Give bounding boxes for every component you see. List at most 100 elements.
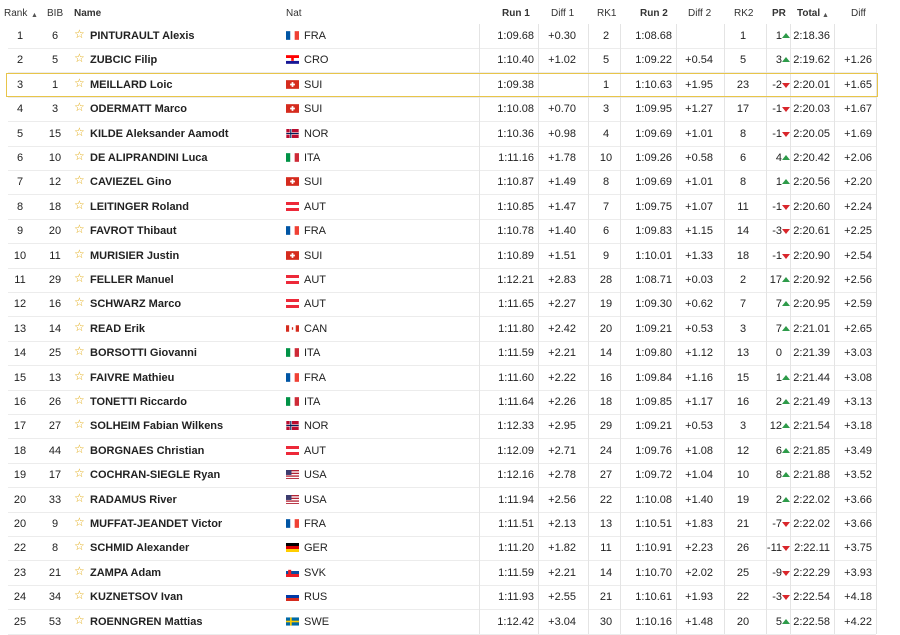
run2-time: 1:09.76	[635, 444, 672, 457]
athlete-name[interactable]: FAIVRE Mathieu	[90, 371, 174, 385]
total-diff: +2.59	[844, 298, 872, 311]
favorite-star-icon[interactable]: ☆	[74, 515, 85, 529]
table-row[interactable]: 15 13 ☆ FAIVRE Mathieu FRA 1:11.60 +2.22 16 1:09…	[0, 366, 900, 390]
table-row[interactable]: 5 15 ☆ KILDE Aleksander Aamodt NOR 1:10.36 +0.…	[0, 122, 900, 146]
total-diff: +1.67	[844, 103, 872, 116]
table-row[interactable]: 2 5 ☆ ZUBCIC Filip CRO 1:10.40 +1.02 5 1:09.22 +0…	[0, 48, 900, 72]
favorite-star-icon[interactable]: ☆	[74, 564, 85, 578]
athlete-name[interactable]: MURISIER Justin	[90, 249, 179, 263]
table-row[interactable]: 4 3 ☆ ODERMATT Marco SUI 1:10.08 +0.70 3 1:09.95…	[0, 97, 900, 121]
favorite-star-icon[interactable]: ☆	[74, 247, 85, 261]
run1-diff: +0.30	[548, 30, 576, 42]
favorite-star-icon[interactable]: ☆	[74, 100, 85, 114]
scrollbar[interactable]	[878, 0, 900, 632]
favorite-star-icon[interactable]: ☆	[74, 320, 85, 334]
header-diff[interactable]: Diff	[851, 7, 866, 21]
table-row[interactable]: 18 44 ☆ BORGNAES Christian AUT 1:12.09 +2.71 24…	[0, 439, 900, 463]
table-row[interactable]: 23 21 ☆ ZAMPA Adam SVK 1:11.59 +2.21 14 1:10.70 +…	[0, 561, 900, 585]
athlete-name[interactable]: SCHMID Alexander	[90, 541, 189, 555]
position-change: 1	[775, 30, 782, 42]
favorite-star-icon[interactable]: ☆	[74, 466, 85, 480]
table-row[interactable]: 10 11 ☆ MURISIER Justin SUI 1:10.89 +1.51 9 1:10…	[0, 244, 900, 268]
favorite-star-icon[interactable]: ☆	[74, 344, 85, 358]
athlete-name[interactable]: ZUBCIC Filip	[90, 53, 157, 67]
favorite-star-icon[interactable]: ☆	[74, 295, 85, 309]
table-row[interactable]: 19 17 ☆ COCHRAN-SIEGLE Ryan USA 1:12.16 +2.78 2…	[0, 463, 900, 487]
athlete-name[interactable]: ROENNGREN Mattias	[90, 615, 202, 629]
table-row[interactable]: 16 26 ☆ TONETTI Riccardo ITA 1:11.64 +2.26 18 1:…	[0, 390, 900, 414]
athlete-name[interactable]: BORGNAES Christian	[90, 444, 204, 458]
table-row[interactable]: 12 16 ☆ SCHWARZ Marco AUT 1:11.65 +2.27 19 1:09.…	[0, 292, 900, 316]
table-row[interactable]: 20 9 ☆ MUFFAT-JEANDET Victor FRA 1:11.51 +2.13…	[0, 512, 900, 536]
athlete-name[interactable]: MUFFAT-JEANDET Victor	[90, 517, 222, 531]
sort-arrow-icon[interactable]: ▲	[822, 12, 829, 19]
favorite-star-icon[interactable]: ☆	[74, 393, 85, 407]
favorite-star-icon[interactable]: ☆	[74, 271, 85, 285]
country-flag-icon	[286, 421, 299, 431]
run1-rank: 30	[599, 615, 613, 628]
header-bib[interactable]: BIB	[47, 7, 63, 21]
athlete-name[interactable]: READ Erik	[90, 322, 145, 336]
athlete-name[interactable]: CAVIEZEL Gino	[90, 175, 172, 189]
athlete-name[interactable]: KUZNETSOV Ivan	[90, 590, 183, 604]
table-row[interactable]: 25 53 ☆ ROENNGREN Mattias SWE 1:12.42 +3.04 30 1…	[0, 610, 900, 634]
table-row[interactable]: 9 20 ☆ FAVROT Thibaut FRA 1:10.78 +1.40 6 1:09.8…	[0, 219, 900, 243]
table-row[interactable]: 17 27 ☆ SOLHEIM Fabian Wilkens NOR 1:12.33 +2.…	[0, 414, 900, 438]
athlete-name[interactable]: ZAMPA Adam	[90, 566, 161, 580]
header-name[interactable]: Name	[74, 7, 101, 21]
favorite-star-icon[interactable]: ☆	[74, 173, 85, 187]
header-total[interactable]: Total	[797, 7, 820, 21]
athlete-name[interactable]: TONETTI Riccardo	[90, 395, 187, 409]
table-row[interactable]: 24 34 ☆ KUZNETSOV Ivan RUS 1:11.93 +2.55 21 1:10…	[0, 585, 900, 609]
favorite-star-icon[interactable]: ☆	[74, 491, 85, 505]
table-row[interactable]: 20 33 ☆ RADAMUS River USA 1:11.94 +2.56 22 1:10.…	[0, 488, 900, 512]
favorite-star-icon[interactable]: ☆	[74, 27, 85, 41]
favorite-star-icon[interactable]: ☆	[74, 442, 85, 456]
athlete-name[interactable]: FAVROT Thibaut	[90, 224, 177, 238]
header-rk2[interactable]: RK2	[734, 7, 753, 21]
table-row[interactable]: 6 10 ☆ DE ALIPRANDINI Luca ITA 1:11.16 +1.78 10…	[0, 146, 900, 170]
favorite-star-icon[interactable]: ☆	[74, 125, 85, 139]
athlete-name[interactable]: ODERMATT Marco	[90, 102, 187, 116]
athlete-name[interactable]: RADAMUS River	[90, 493, 177, 507]
header-pr[interactable]: PR	[772, 7, 786, 21]
header-run2[interactable]: Run 2	[640, 7, 668, 21]
athlete-name[interactable]: KILDE Aleksander Aamodt	[90, 127, 229, 141]
header-rank[interactable]: Rank	[4, 7, 27, 21]
header-diff1[interactable]: Diff 1	[551, 7, 574, 21]
favorite-star-icon[interactable]: ☆	[74, 369, 85, 383]
favorite-star-icon[interactable]: ☆	[74, 222, 85, 236]
favorite-star-icon[interactable]: ☆	[74, 588, 85, 602]
run2-time: 1:09.30	[635, 298, 672, 311]
table-row[interactable]: 1 6 ☆ PINTURAULT Alexis FRA 1:09.68 +0.30 2 1:08…	[0, 24, 900, 48]
favorite-star-icon[interactable]: ☆	[74, 51, 85, 65]
favorite-star-icon[interactable]: ☆	[74, 417, 85, 431]
table-row[interactable]: 7 12 ☆ CAVIEZEL Gino SUI 1:10.87 +1.49 8 1:09.69…	[0, 170, 900, 194]
table-row[interactable]: 13 14 ☆ READ Erik CAN 1:11.80 +2.42 20 1:09.21 +0…	[0, 317, 900, 341]
favorite-star-icon[interactable]: ☆	[74, 539, 85, 553]
table-row[interactable]: 11 29 ☆ FELLER Manuel AUT 1:12.21 +2.83 28 1:08.…	[0, 268, 900, 292]
run2-diff: +0.58	[685, 152, 713, 164]
athlete-name[interactable]: SOLHEIM Fabian Wilkens	[90, 419, 223, 433]
athlete-name[interactable]: DE ALIPRANDINI Luca	[90, 151, 208, 165]
header-diff2[interactable]: Diff 2	[688, 7, 711, 21]
table-row[interactable]: 14 25 ☆ BORSOTTI Giovanni ITA 1:11.59 +2.21 14 1…	[0, 341, 900, 365]
favorite-star-icon[interactable]: ☆	[74, 149, 85, 163]
bib-cell: 53	[48, 615, 62, 628]
athlete-name[interactable]: BORSOTTI Giovanni	[90, 346, 197, 360]
athlete-name[interactable]: LEITINGER Roland	[90, 200, 189, 214]
sort-arrow-icon[interactable]: ▲	[31, 12, 38, 19]
rank-cell: 20	[13, 518, 27, 530]
header-run1[interactable]: Run 1	[502, 7, 530, 21]
favorite-star-icon[interactable]: ☆	[74, 613, 85, 627]
header-nat[interactable]: Nat	[286, 7, 302, 21]
athlete-name[interactable]: SCHWARZ Marco	[90, 297, 181, 311]
run2-rank: 16	[736, 396, 750, 408]
athlete-name[interactable]: FELLER Manuel	[90, 273, 174, 287]
table-row[interactable]: 8 18 ☆ LEITINGER Roland AUT 1:10.85 +1.47 7 1:09…	[0, 195, 900, 219]
athlete-name[interactable]: PINTURAULT Alexis	[90, 29, 195, 43]
favorite-star-icon[interactable]: ☆	[74, 198, 85, 212]
header-rk1[interactable]: RK1	[597, 7, 616, 21]
athlete-name[interactable]: COCHRAN-SIEGLE Ryan	[90, 468, 220, 482]
table-row[interactable]: 22 8 ☆ SCHMID Alexander GER 1:11.20 +1.82 11 1:1…	[0, 536, 900, 560]
